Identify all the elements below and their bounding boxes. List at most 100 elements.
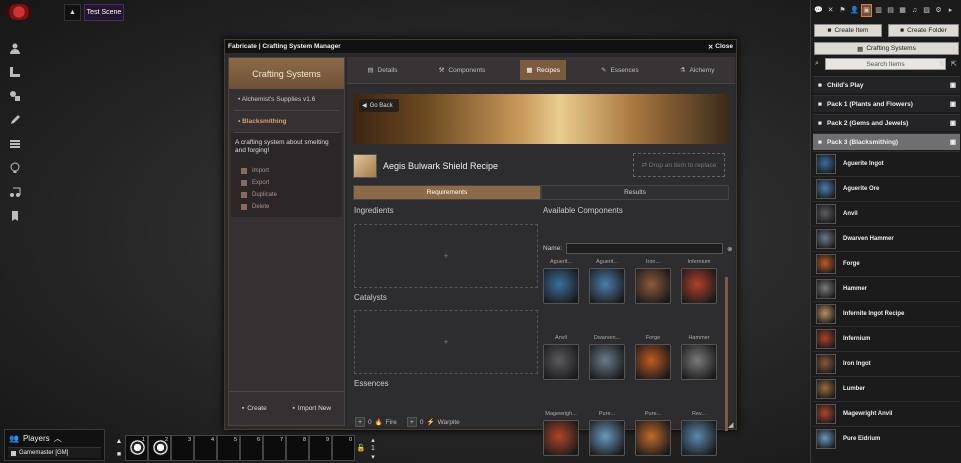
- import-action[interactable]: Import: [235, 165, 338, 177]
- create-system-button[interactable]: ▪ Create: [242, 405, 267, 412]
- lock-icon[interactable]: 🔓: [357, 444, 366, 452]
- component-grid-scrollbar[interactable]: [725, 277, 728, 431]
- arrow-right-icon[interactable]: ▸: [945, 4, 956, 17]
- hotbar-slot[interactable]: 6: [240, 435, 263, 461]
- component-card[interactable]: Magewrigh...: [541, 411, 581, 456]
- folder-add-icon[interactable]: ▣: [950, 138, 956, 146]
- hotbar-slot[interactable]: 9: [309, 435, 332, 461]
- chevron-down-icon[interactable]: ▾: [371, 453, 375, 461]
- swords-icon[interactable]: ✕: [825, 4, 836, 17]
- item-row[interactable]: Infernium: [813, 326, 960, 350]
- tab-components[interactable]: ⚒ Components: [433, 60, 492, 80]
- item-row[interactable]: Infernite Ingot Recipe: [813, 301, 960, 325]
- component-card[interactable]: Rev...: [679, 411, 719, 456]
- item-row[interactable]: Anvil: [813, 201, 960, 225]
- add-essence-button[interactable]: +: [355, 417, 365, 427]
- tab-details[interactable]: ▤ Details: [362, 60, 404, 80]
- item-row[interactable]: Aguerite Ore: [813, 176, 960, 200]
- item-row[interactable]: Forge: [813, 251, 960, 275]
- map-icon[interactable]: ⚑: [837, 4, 848, 17]
- add-essence-button[interactable]: +: [406, 417, 417, 427]
- component-card[interactable]: Infernium: [679, 259, 719, 304]
- item-row[interactable]: Hammer: [813, 276, 960, 300]
- cards-icon[interactable]: ▦: [897, 4, 908, 17]
- component-card[interactable]: Hammer: [679, 335, 719, 380]
- catalysts-dropzone[interactable]: +: [354, 310, 538, 374]
- music-icon[interactable]: ♫: [909, 4, 920, 17]
- suitcase-icon[interactable]: ▣: [861, 3, 872, 17]
- delete-action[interactable]: Delete: [235, 201, 338, 213]
- drop-item-zone[interactable]: ⇄ Drop an item to replace: [633, 153, 725, 177]
- item-row[interactable]: Iron Ingot: [813, 351, 960, 375]
- item-row[interactable]: Dwarven Hammer: [813, 226, 960, 250]
- journal-icon[interactable]: ▤: [885, 4, 896, 17]
- tab-results[interactable]: Results: [541, 185, 729, 200]
- foundry-logo-icon[interactable]: [5, 4, 33, 20]
- folder-icon[interactable]: ■: [117, 451, 121, 458]
- component-card[interactable]: Iron...: [633, 259, 673, 304]
- resize-handle-icon[interactable]: ◢: [728, 421, 734, 429]
- shapes-control-icon[interactable]: [4, 84, 26, 108]
- folder-4[interactable]: ■ Pack 3 (Blacksmithing) ▣: [813, 133, 960, 150]
- component-card[interactable]: Dwarven...: [587, 335, 627, 380]
- window-header[interactable]: Fabricate | Crafting System Manager ✕ Clo…: [225, 40, 736, 53]
- create-folder-button[interactable]: ■ Create Folder: [888, 24, 959, 37]
- component-card[interactable]: Pure...: [633, 411, 673, 456]
- component-card[interactable]: Pure...: [587, 411, 627, 456]
- lightbulb-control-icon[interactable]: [4, 156, 26, 180]
- component-card[interactable]: Anvil: [541, 335, 581, 380]
- pencil-control-icon[interactable]: [4, 108, 26, 132]
- folder-add-icon[interactable]: ▣: [950, 100, 956, 108]
- book-icon[interactable]: ▥: [873, 4, 884, 17]
- hotbar-slot[interactable]: 1: [125, 435, 148, 461]
- ingredients-dropzone[interactable]: +: [354, 224, 538, 288]
- go-back-button[interactable]: ◀ Go Back: [359, 99, 399, 112]
- hotbar-slot[interactable]: 4: [194, 435, 217, 461]
- component-card[interactable]: Forge: [633, 335, 673, 380]
- export-action[interactable]: Export: [235, 177, 338, 189]
- chevron-up-icon[interactable]: ▴: [371, 436, 375, 444]
- bookmark-control-icon[interactable]: [4, 204, 26, 228]
- import-new-button[interactable]: ▪ Import New: [293, 405, 332, 412]
- tab-alchemy[interactable]: ⚗ Alchemy: [674, 60, 721, 80]
- tab-essences[interactable]: ✎ Essences: [595, 60, 645, 80]
- hotbar-slot[interactable]: 0: [332, 435, 355, 461]
- component-card[interactable]: Aguerit...: [587, 259, 627, 304]
- search-items-input[interactable]: Search Items: [825, 58, 946, 70]
- sort-icon[interactable]: ⇅: [939, 60, 945, 68]
- component-name-input[interactable]: [566, 243, 724, 254]
- music-control-icon[interactable]: [4, 180, 26, 204]
- grid-control-icon[interactable]: [4, 132, 26, 156]
- system-item-alchemists-supplies[interactable]: • Alchemist's Supplies v1.6: [234, 89, 339, 111]
- folder-add-icon[interactable]: ▣: [950, 119, 956, 127]
- recipe-thumbnail[interactable]: [353, 154, 377, 178]
- gear-icon[interactable]: ⚙: [933, 4, 944, 17]
- player-gamemaster[interactable]: Gamemaster [GM]: [8, 447, 101, 458]
- scene-tab[interactable]: Test Scene: [84, 4, 124, 21]
- item-row[interactable]: Pure Eidrium: [813, 426, 960, 450]
- ruler-control-icon[interactable]: [4, 60, 26, 84]
- folder-1[interactable]: ■ Child's Play ▣: [813, 76, 960, 93]
- hotbar-slot[interactable]: 2: [148, 435, 171, 461]
- item-row[interactable]: Aguerite Ingot: [813, 151, 960, 175]
- hotbar-slot[interactable]: 8: [286, 435, 309, 461]
- system-item-blacksmithing[interactable]: • Blacksmithing: [234, 111, 339, 133]
- close-button[interactable]: ✕ Close: [708, 43, 733, 51]
- chevron-up-icon[interactable]: ▲: [116, 438, 123, 445]
- folder-3[interactable]: ■ Pack 2 (Gems and Jewels) ▣: [813, 114, 960, 131]
- token-control-icon[interactable]: [4, 36, 26, 60]
- chat-icon[interactable]: 💬: [813, 4, 824, 17]
- hotbar-slot[interactable]: 5: [217, 435, 240, 461]
- compendium-icon[interactable]: ▨: [921, 4, 932, 17]
- players-header[interactable]: 👥 Players ︿: [5, 430, 104, 447]
- folder-add-icon[interactable]: ▣: [950, 81, 956, 89]
- crafting-systems-button[interactable]: ▦ Crafting Systems: [814, 42, 959, 55]
- create-item-button[interactable]: ■ Create Item: [814, 24, 882, 37]
- tab-recipes[interactable]: ▦ Recipes: [520, 60, 566, 80]
- hotbar-slot[interactable]: 3: [171, 435, 194, 461]
- item-row[interactable]: Magewright Anvil: [813, 401, 960, 425]
- tab-requirements[interactable]: Requirements: [353, 185, 541, 200]
- clear-icon[interactable]: ⊗: [727, 245, 732, 253]
- duplicate-action[interactable]: Duplicate: [235, 189, 338, 201]
- hotbar-slot[interactable]: 7: [263, 435, 286, 461]
